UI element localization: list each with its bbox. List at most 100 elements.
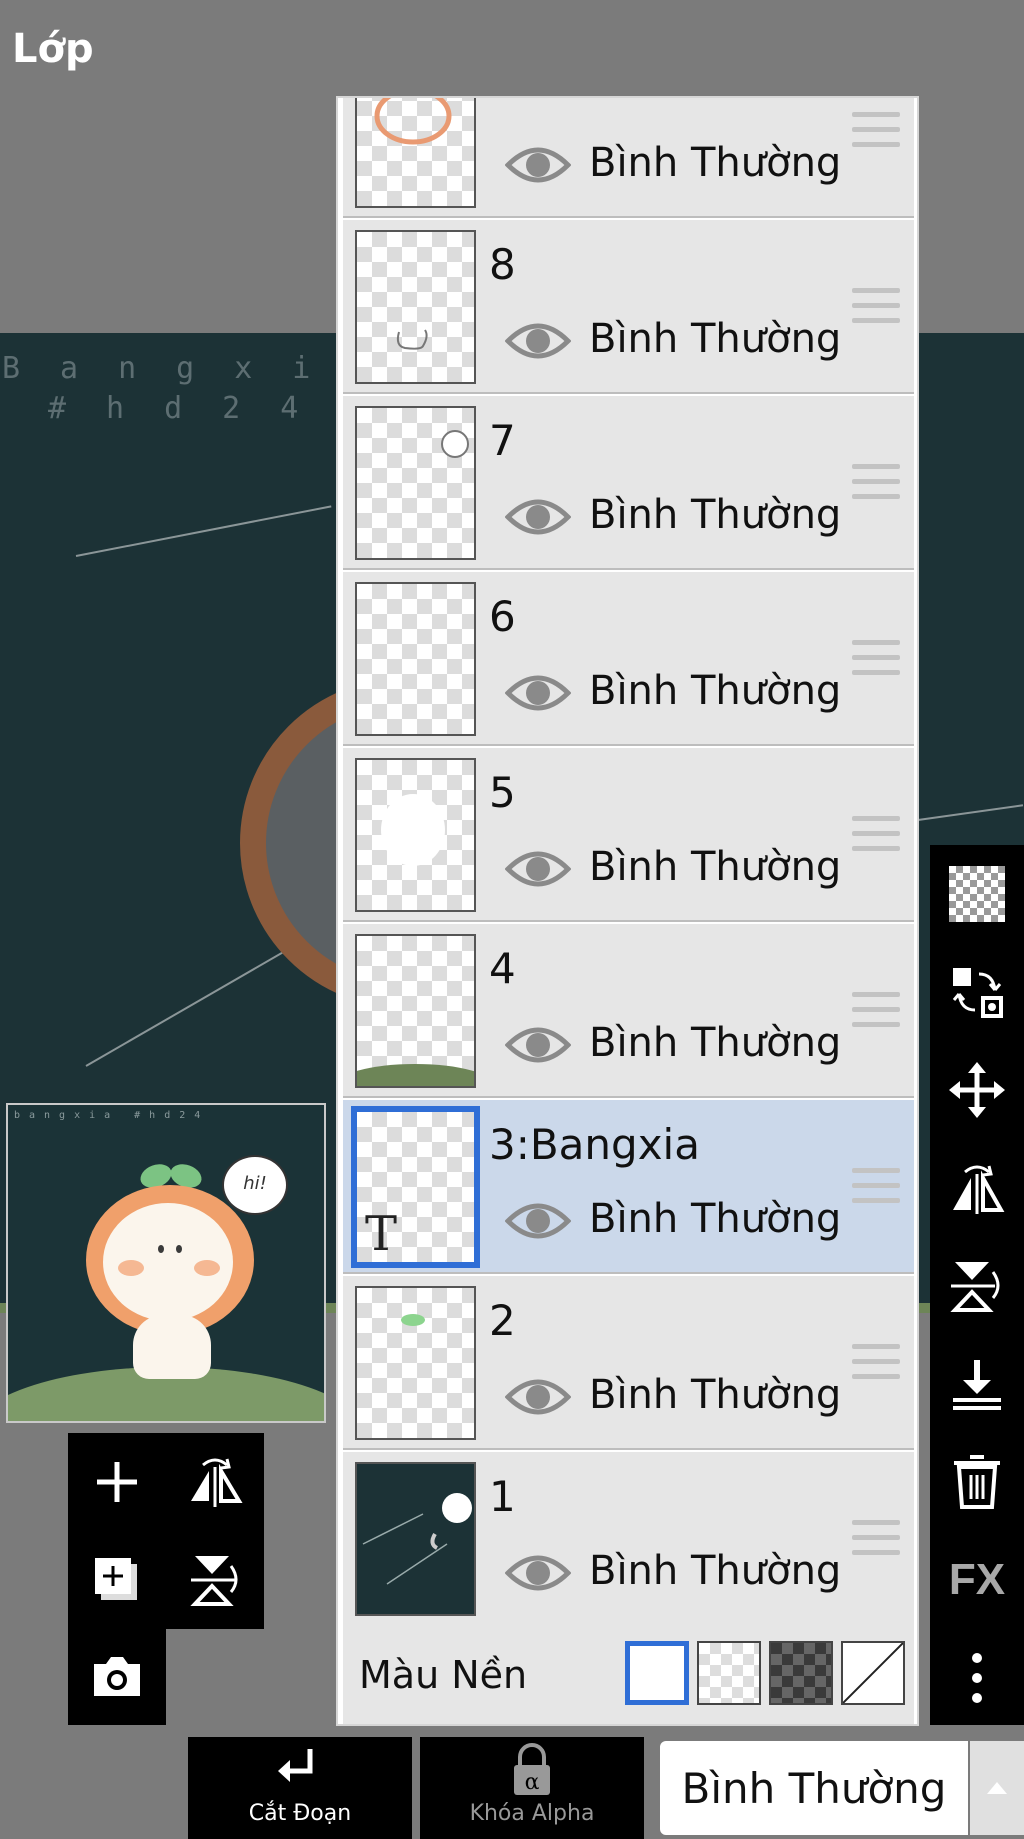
layer-name: 5 (489, 768, 516, 817)
layer-blend-mode: Bình Thường (589, 316, 842, 362)
cheek (118, 1260, 144, 1276)
right-toolbar: FX (930, 845, 1024, 1725)
bg-swatch-transparent-dark[interactable] (769, 1641, 833, 1705)
eye-icon[interactable] (505, 494, 571, 540)
canvas-thumbnail[interactable]: bangxia #hd24 hi! (6, 1103, 326, 1423)
layer-row-selected[interactable]: T 3:Bangxia Bình Thường (343, 1100, 914, 1274)
page-title: Lớp (12, 26, 94, 72)
background-color-row: Màu Nền (343, 1623, 914, 1724)
layer-name: 3:Bangxia (489, 1120, 700, 1169)
layer-thumbnail (355, 934, 476, 1088)
layer-row[interactable]: 2 Bình Thường (343, 1276, 914, 1450)
layer-thumbnail (355, 1286, 476, 1440)
flip-vertical-icon[interactable] (930, 1237, 1024, 1335)
layer-blend-mode: Bình Thường (589, 844, 842, 890)
layer-panel: Bình Thường 8 Bình Thường 7 Bình Thường … (336, 96, 919, 1726)
bg-swatch-transparent-light[interactable] (697, 1641, 761, 1705)
alpha-lock-label: Khóa Alpha (469, 1801, 595, 1826)
streak (85, 940, 304, 1067)
cheek (194, 1260, 220, 1276)
eye-icon[interactable] (505, 142, 571, 188)
eye (176, 1245, 182, 1253)
swap-icon[interactable] (930, 943, 1024, 1041)
drag-handle-icon[interactable] (852, 1520, 900, 1560)
streak (917, 804, 1024, 821)
drag-handle-icon[interactable] (852, 464, 900, 504)
clipping-label: Cắt Đoạn (248, 1801, 352, 1826)
drag-handle-icon[interactable] (852, 816, 900, 856)
trash-icon[interactable] (930, 1433, 1024, 1531)
eye-icon[interactable] (505, 318, 571, 364)
layer-blend-mode: Bình Thường (589, 1548, 842, 1594)
layer-name: 2 (489, 1296, 516, 1345)
layer-name: 8 (489, 240, 516, 289)
layer-row[interactable]: Bình Thường (343, 98, 914, 218)
move-icon[interactable] (930, 1041, 1024, 1139)
layer-blend-mode: Bình Thường (589, 668, 842, 714)
layer-thumbnail (355, 1462, 476, 1616)
streak (75, 505, 332, 557)
left-tool-group (68, 1433, 264, 1629)
speech-bubble: hi! (222, 1155, 288, 1215)
merge-down-icon[interactable] (930, 1335, 1024, 1433)
alpha-lock-button[interactable]: α Khóa Alpha (420, 1737, 644, 1839)
eye-icon[interactable] (505, 846, 571, 892)
layer-blend-mode: Bình Thường (589, 140, 842, 186)
thumbnail-watermark: bangxia #hd24 (14, 1110, 210, 1121)
drag-handle-icon[interactable] (852, 112, 900, 152)
drag-handle-icon[interactable] (852, 1344, 900, 1384)
watermark-text: Bangxi (2, 351, 351, 386)
layer-row[interactable]: 5 Bình Thường (343, 748, 914, 922)
layer-thumbnail: T (351, 1106, 480, 1268)
duplicate-layer-icon[interactable] (68, 1531, 166, 1629)
transparency-icon[interactable] (930, 845, 1024, 943)
layer-blend-mode: Bình Thường (589, 1196, 842, 1242)
lock-icon: α (514, 1743, 550, 1795)
layer-row[interactable]: 8 Bình Thường (343, 220, 914, 394)
layer-row[interactable]: 6 Bình Thường (343, 572, 914, 746)
drag-handle-icon[interactable] (852, 288, 900, 328)
watermark-text: #hd24 (48, 391, 339, 426)
fx-icon[interactable]: FX (930, 1531, 1024, 1629)
alpha-symbol: α (525, 1770, 540, 1795)
background-color-label: Màu Nền (359, 1653, 528, 1697)
layer-blend-mode: Bình Thường (589, 1020, 842, 1066)
left-tool-group-ext (68, 1627, 166, 1725)
character-body (133, 1315, 211, 1379)
eye-icon[interactable] (505, 1550, 571, 1596)
eye (158, 1245, 164, 1253)
blend-mode-arrow-icon[interactable] (970, 1741, 1024, 1835)
layer-row[interactable]: 4 Bình Thường (343, 924, 914, 1098)
bg-swatch-white[interactable] (625, 1641, 689, 1705)
layer-name: 7 (489, 416, 516, 465)
drag-handle-icon[interactable] (852, 640, 900, 680)
eye-icon[interactable] (505, 1022, 571, 1068)
layer-row[interactable]: 7 Bình Thường (343, 396, 914, 570)
flip-horizontal-icon[interactable] (166, 1433, 264, 1531)
clipping-button[interactable]: Cắt Đoạn (188, 1737, 412, 1839)
layer-row[interactable]: 1 Bình Thường (343, 1452, 914, 1626)
add-layer-icon[interactable] (68, 1433, 166, 1531)
layer-thumbnail (355, 230, 476, 384)
eye-icon[interactable] (505, 1198, 571, 1244)
camera-icon[interactable] (68, 1627, 166, 1725)
layer-thumbnail (355, 758, 476, 912)
flip-vertical-icon[interactable] (166, 1531, 264, 1629)
layer-blend-mode: Bình Thường (589, 492, 842, 538)
layer-name: 4 (489, 944, 516, 993)
layer-thumbnail (355, 98, 476, 208)
bg-swatch-none[interactable] (841, 1641, 905, 1705)
blend-mode-select[interactable]: Bình Thường (660, 1741, 968, 1835)
eye-icon[interactable] (505, 670, 571, 716)
drag-handle-icon[interactable] (852, 1168, 900, 1208)
flip-horizontal-icon[interactable] (930, 1139, 1024, 1237)
layer-thumbnail (355, 406, 476, 560)
eye-icon[interactable] (505, 1374, 571, 1420)
more-icon[interactable] (930, 1629, 1024, 1727)
layer-thumbnail (355, 582, 476, 736)
svg-text:T: T (365, 1206, 397, 1262)
layer-blend-mode: Bình Thường (589, 1372, 842, 1418)
layer-name: 6 (489, 592, 516, 641)
drag-handle-icon[interactable] (852, 992, 900, 1032)
clipping-arrow-icon (278, 1749, 313, 1782)
